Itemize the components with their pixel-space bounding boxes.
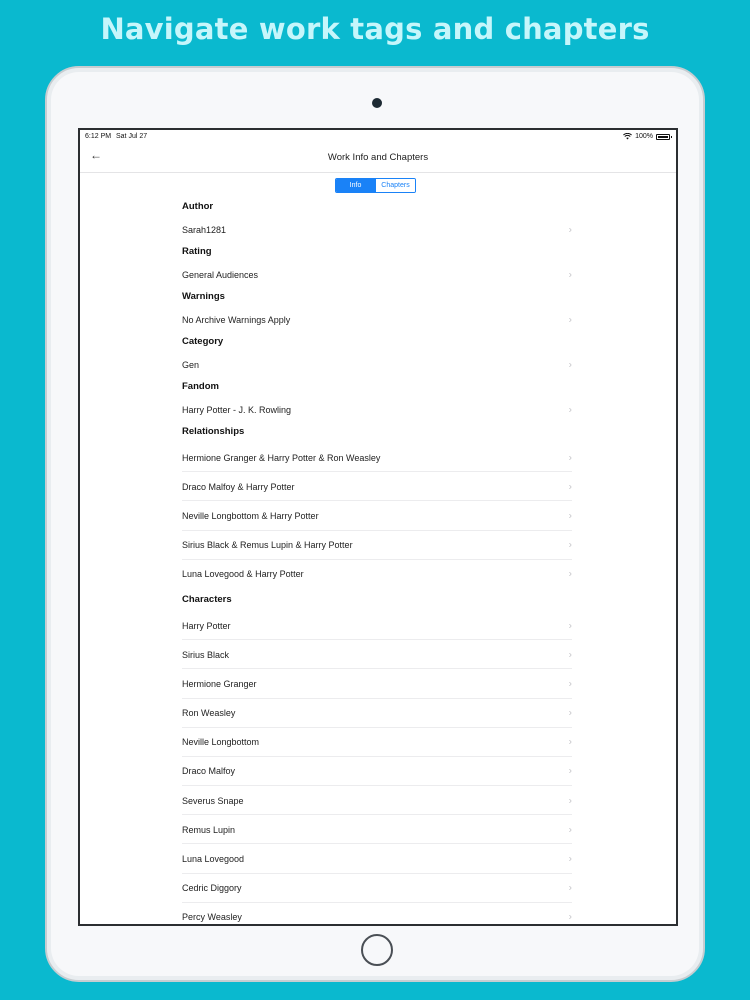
chevron-right-icon: ›: [568, 765, 572, 777]
section-header-rating: Rating: [182, 246, 212, 257]
chevron-right-icon: ›: [568, 510, 572, 522]
info-chapters-segmented-control: Info Chapters: [335, 178, 416, 193]
home-button[interactable]: [361, 934, 393, 966]
page-title: Work Info and Chapters: [327, 152, 429, 163]
list-item-label: Remus Lupin: [182, 824, 236, 835]
list-item-author[interactable]: Sarah1281 ›: [182, 218, 572, 241]
chevron-right-icon: ›: [568, 853, 572, 865]
list-item-character[interactable]: Hermione Granger ›: [182, 669, 572, 699]
battery-percent: 100%: [635, 133, 653, 140]
list-item-fandom[interactable]: Harry Potter - J. K. Rowling ›: [182, 398, 572, 421]
list-item-label: Neville Longbottom: [182, 737, 260, 748]
list-item-label: General Audiences: [182, 269, 259, 280]
work-info-list: Author Sarah1281 › Rating General Audien…: [182, 196, 572, 924]
list-item-relationship[interactable]: Luna Lovegood & Harry Potter ›: [182, 560, 572, 589]
list-item-label: Cedric Diggory: [182, 883, 242, 894]
list-item-character[interactable]: Luna Lovegood ›: [182, 844, 572, 874]
chevron-right-icon: ›: [568, 224, 572, 235]
list-item-label: Sarah1281: [182, 224, 227, 235]
list-item-relationship[interactable]: Hermione Granger & Harry Potter & Ron We…: [182, 443, 572, 473]
list-item-label: Hermione Granger: [182, 678, 257, 689]
list-item-character[interactable]: Draco Malfoy ›: [182, 757, 572, 787]
status-date: Sat Jul 27: [116, 133, 148, 140]
segment-info[interactable]: Info: [336, 179, 375, 192]
list-item-label: Harry Potter - J. K. Rowling: [182, 404, 292, 415]
navigation-bar: ← Work Info and Chapters: [80, 144, 676, 173]
status-bar: 6:12 PM Sat Jul 27 100%: [80, 130, 676, 144]
list-item-character[interactable]: Cedric Diggory ›: [182, 874, 572, 904]
status-time: 6:12 PM: [85, 133, 112, 140]
list-item-label: Draco Malfoy & Harry Potter: [182, 481, 295, 492]
section-header-relationships: Relationships: [182, 426, 245, 437]
list-item-label: Severus Snape: [182, 795, 244, 806]
list-item-character[interactable]: Ron Weasley ›: [182, 699, 572, 728]
list-item-label: Percy Weasley: [182, 912, 242, 923]
list-item-label: Ron Weasley: [182, 708, 236, 719]
chevron-right-icon: ›: [568, 539, 572, 551]
list-item-label: Gen: [182, 359, 200, 370]
list-item-warning[interactable]: No Archive Warnings Apply ›: [182, 308, 572, 331]
list-item-character[interactable]: Sirius Black ›: [182, 640, 572, 670]
screen: 6:12 PM Sat Jul 27 100% ← Work Info and …: [78, 128, 678, 926]
list-item-relationship[interactable]: Draco Malfoy & Harry Potter ›: [182, 472, 572, 502]
section-header-author: Author: [182, 201, 214, 212]
chevron-right-icon: ›: [568, 481, 572, 493]
list-item-rating[interactable]: General Audiences ›: [182, 263, 572, 286]
chevron-right-icon: ›: [568, 404, 572, 415]
chevron-right-icon: ›: [568, 824, 572, 836]
chevron-right-icon: ›: [568, 707, 572, 719]
section-header-characters: Characters: [182, 593, 232, 605]
list-item-relationship[interactable]: Neville Longbottom & Harry Potter ›: [182, 501, 572, 531]
chevron-right-icon: ›: [568, 649, 572, 661]
list-item-label: Sirius Black & Remus Lupin & Harry Potte…: [182, 540, 353, 551]
list-item-category[interactable]: Gen ›: [182, 353, 572, 376]
ipad-frame: 6:12 PM Sat Jul 27 100% ← Work Info and …: [45, 66, 705, 982]
list-item-label: Neville Longbottom & Harry Potter: [182, 510, 319, 521]
camera: [372, 98, 382, 108]
chevron-right-icon: ›: [568, 911, 572, 923]
list-item-label: Sirius Black: [182, 649, 230, 660]
chevron-right-icon: ›: [568, 795, 572, 807]
chevron-right-icon: ›: [568, 678, 572, 690]
list-item-relationship[interactable]: Sirius Black & Remus Lupin & Harry Potte…: [182, 531, 572, 560]
chevron-right-icon: ›: [568, 736, 572, 748]
list-item-character[interactable]: Percy Weasley ›: [182, 903, 572, 924]
chevron-right-icon: ›: [568, 269, 572, 280]
list-item-label: Luna Lovegood: [182, 854, 245, 865]
chevron-right-icon: ›: [568, 882, 572, 894]
chevron-right-icon: ›: [568, 314, 572, 325]
list-item-label: Luna Lovegood & Harry Potter: [182, 569, 304, 580]
list-item-label: Harry Potter: [182, 620, 231, 631]
chevron-right-icon: ›: [568, 568, 572, 580]
list-item-character[interactable]: Remus Lupin ›: [182, 815, 572, 845]
section-header-category: Category: [182, 336, 224, 347]
list-item-label: Draco Malfoy: [182, 766, 236, 777]
list-item-character[interactable]: Harry Potter ›: [182, 611, 572, 641]
section-header-fandom: Fandom: [182, 381, 219, 392]
list-item-label: Hermione Granger & Harry Potter & Ron We…: [182, 452, 381, 463]
list-item-label: No Archive Warnings Apply: [182, 314, 291, 325]
chevron-right-icon: ›: [568, 452, 572, 464]
battery-icon: [656, 133, 672, 140]
list-item-character[interactable]: Severus Snape ›: [182, 786, 572, 816]
banner-title: Navigate work tags and chapters: [100, 12, 650, 46]
list-item-character[interactable]: Neville Longbottom ›: [182, 728, 572, 758]
section-header-warnings: Warnings: [182, 291, 225, 302]
status-right: 100%: [623, 133, 672, 140]
segment-chapters[interactable]: Chapters: [375, 179, 415, 192]
chevron-right-icon: ›: [568, 359, 572, 370]
wifi-icon: [623, 133, 633, 140]
chevron-right-icon: ›: [568, 620, 572, 632]
